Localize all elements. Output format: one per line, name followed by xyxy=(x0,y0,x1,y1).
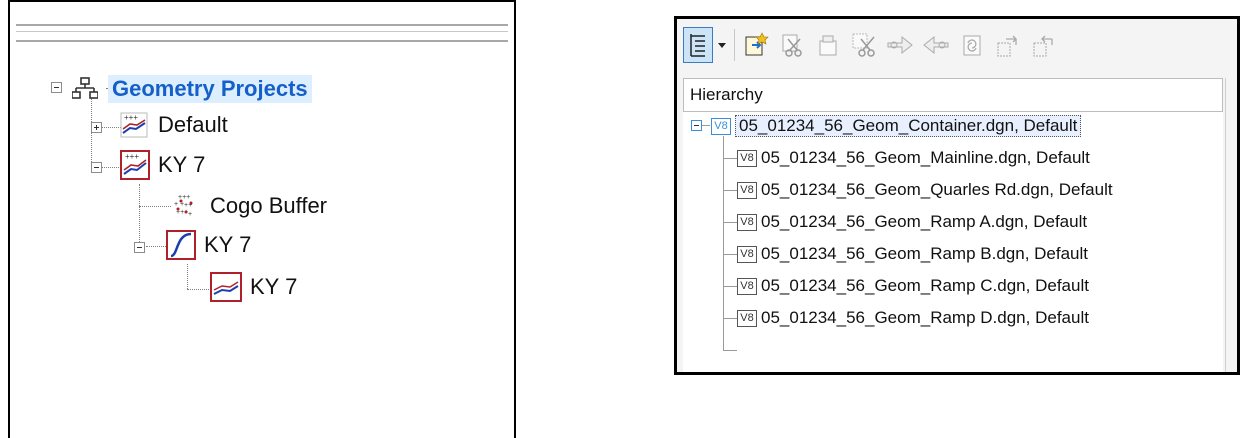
tree-guide xyxy=(723,190,737,191)
tree-label-root: Geometry Projects xyxy=(108,75,312,103)
copy-icon xyxy=(963,35,981,56)
tree-node-ky7-profile[interactable]: KY 7 xyxy=(210,272,297,302)
file-row-quarles-rd[interactable]: V8 05_01234_56_Geom_Quarles Rd.dgn, Defa… xyxy=(737,177,1113,203)
file-label: 05_01234_56_Geom_Ramp D.dgn, Default xyxy=(761,308,1089,327)
reload-icon xyxy=(819,35,837,56)
copy-button[interactable] xyxy=(957,27,987,63)
geometry-project-icon: +++ xyxy=(120,150,150,180)
svg-text:+++: +++ xyxy=(125,152,139,161)
export-button[interactable] xyxy=(993,27,1023,63)
tree-guide xyxy=(723,158,737,159)
tree-guide xyxy=(723,318,737,319)
file-label: 05_01234_56_Geom_Container.dgn, Default xyxy=(735,115,1082,137)
collapse-toggle[interactable] xyxy=(134,242,145,253)
references-panel: Hierarchy V8 05_01234_56_Geom_Container.… xyxy=(674,16,1240,375)
tree-label-cogo-buffer: Cogo Buffer xyxy=(210,193,328,218)
file-label: 05_01234_56_Geom_Ramp C.dgn, Default xyxy=(761,276,1089,295)
vertical-scrollbar[interactable] xyxy=(1225,78,1236,372)
v8-badge: V8 xyxy=(737,149,757,167)
move-backward-button[interactable] xyxy=(921,27,951,63)
export-icon xyxy=(997,35,1017,57)
tree-guide xyxy=(723,286,737,287)
tree-node-geometry-projects[interactable]: Geometry Projects xyxy=(72,74,312,104)
import-icon xyxy=(1033,35,1053,57)
hierarchy-tree: V8 05_01234_56_Geom_Container.dgn, Defau… xyxy=(683,112,1223,372)
tree-node-ky7-project[interactable]: +++ KY 7 xyxy=(120,150,205,180)
move-forward-icon xyxy=(887,35,913,55)
tree-node-default[interactable]: +++ Default xyxy=(120,110,228,140)
hierarchy-view-button[interactable] xyxy=(683,27,713,63)
hierarchy-column-header[interactable]: Hierarchy xyxy=(683,78,1223,112)
v8-badge: V8 xyxy=(737,309,757,327)
tree-label-ky7-profile: KY 7 xyxy=(250,274,298,299)
file-row-container[interactable]: V8 05_01234_56_Geom_Container.dgn, Defau… xyxy=(711,113,1082,139)
svg-text:+++: +++ xyxy=(178,194,190,201)
toolbar-separator xyxy=(734,29,735,61)
v8-badge: V8 xyxy=(737,245,757,263)
attach-reference-icon xyxy=(745,32,769,56)
collapse-toggle[interactable] xyxy=(691,120,702,131)
tree-label-ky7-project: KY 7 xyxy=(158,152,206,177)
attach-reference-button[interactable] xyxy=(741,27,771,63)
tree-guide xyxy=(187,264,188,289)
geometry-projects-panel: Geometry Projects +++ Default +++ KY 7 +… xyxy=(8,0,516,438)
cut-clip-button[interactable] xyxy=(849,27,879,63)
hierarchy-view-icon xyxy=(690,34,705,57)
file-label: 05_01234_56_Geom_Ramp B.dgn, Default xyxy=(761,244,1089,263)
cogo-points-icon: +++ + + ++ +++ + xyxy=(174,194,193,218)
reload-button[interactable] xyxy=(813,27,843,63)
move-backward-icon xyxy=(923,35,949,55)
detach-icon xyxy=(782,34,802,57)
file-label: 05_01234_56_Geom_Quarles Rd.dgn, Default xyxy=(761,180,1113,199)
view-dropdown-button[interactable] xyxy=(715,27,729,63)
hierarchy-header-label: Hierarchy xyxy=(690,85,763,104)
file-row-ramp-a[interactable]: V8 05_01234_56_Geom_Ramp A.dgn, Default xyxy=(737,209,1087,235)
tree-guide xyxy=(91,98,92,168)
v8-badge: V8 xyxy=(737,213,757,231)
move-forward-button[interactable] xyxy=(885,27,915,63)
tree-guide xyxy=(723,350,737,351)
expand-toggle[interactable] xyxy=(91,122,102,133)
import-button[interactable] xyxy=(1029,27,1059,63)
tree-guide xyxy=(146,246,166,247)
svg-text:+++: +++ xyxy=(124,113,138,122)
profile-icon xyxy=(210,272,242,302)
tree-node-ky7-alignment[interactable]: KY 7 xyxy=(166,230,251,260)
tree-node-cogo-buffer[interactable]: +++ + + ++ +++ + Cogo Buffer xyxy=(170,191,327,221)
tree-label-ky7-alignment: KY 7 xyxy=(204,232,252,257)
hierarchy-icon xyxy=(72,77,98,99)
file-label: 05_01234_56_Geom_Mainline.dgn, Default xyxy=(761,148,1090,167)
v8-badge: V8 xyxy=(737,277,757,295)
collapse-toggle[interactable] xyxy=(51,82,62,93)
panel-grip[interactable] xyxy=(16,24,508,42)
file-row-mainline[interactable]: V8 05_01234_56_Geom_Mainline.dgn, Defaul… xyxy=(737,145,1090,171)
svg-text:+ +: + + xyxy=(174,201,184,208)
tree-guide xyxy=(702,125,710,126)
file-label: 05_01234_56_Geom_Ramp A.dgn, Default xyxy=(761,212,1088,231)
cut-clip-icon xyxy=(852,33,875,57)
tree-guide xyxy=(187,289,211,290)
tree-guide xyxy=(139,206,171,207)
detach-button[interactable] xyxy=(777,27,807,63)
tree-guide xyxy=(723,254,737,255)
svg-text:+: + xyxy=(188,211,192,218)
file-row-ramp-d[interactable]: V8 05_01234_56_Geom_Ramp D.dgn, Default xyxy=(737,305,1089,331)
v8-badge: V8 xyxy=(737,181,757,199)
tree-guide xyxy=(723,222,737,223)
v8-badge: V8 xyxy=(711,117,731,135)
tree-label-default: Default xyxy=(158,112,228,137)
dropdown-arrow-icon xyxy=(718,43,726,48)
geometry-project-icon: +++ xyxy=(120,112,148,138)
collapse-toggle[interactable] xyxy=(91,162,102,173)
file-row-ramp-c[interactable]: V8 05_01234_56_Geom_Ramp C.dgn, Default xyxy=(737,273,1089,299)
file-row-ramp-b[interactable]: V8 05_01234_56_Geom_Ramp B.dgn, Default xyxy=(737,241,1088,267)
alignment-icon xyxy=(166,230,196,260)
